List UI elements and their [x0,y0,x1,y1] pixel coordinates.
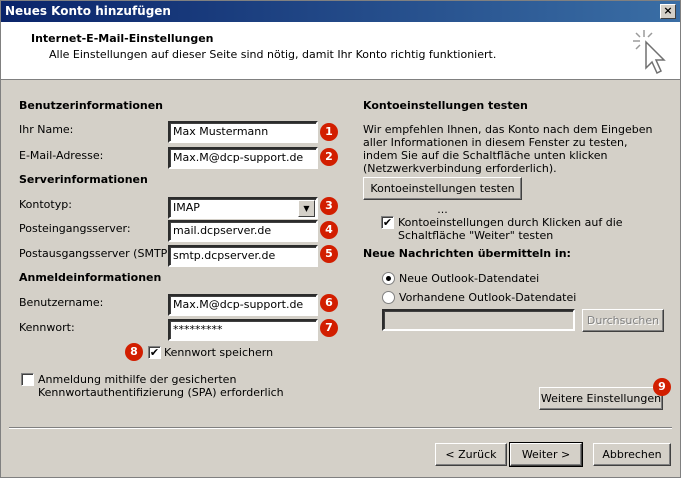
name-label: Ihr Name: [19,123,74,136]
existing-datafile-radio[interactable] [382,291,395,304]
spa-label: Anmeldung mithilfe der gesicherten Kennw… [38,373,284,399]
save-password-label: Kennwort speichern [164,346,274,359]
server-info-heading: Serverinformationen [19,173,148,186]
spa-checkbox[interactable] [21,373,34,386]
dialog-window: Neues Konto hinzufügen × Internet-E-Mail… [0,0,681,478]
new-datafile-radio[interactable] [382,272,395,285]
outgoing-server-field[interactable]: smtp.dcpserver.de [168,245,318,267]
name-field[interactable]: Max Mustermann [168,121,318,143]
browse-button[interactable]: Durchsuchen [582,309,664,332]
badge-1: 1 [320,123,338,141]
outgoing-server-label: Postausgangsserver (SMTP): [19,247,176,260]
password-field[interactable]: ********* [168,319,318,341]
password-label: Kennwort: [19,321,75,334]
footer-separator [9,427,672,429]
badge-2: 2 [320,148,338,166]
title-bar: Neues Konto hinzufügen × [1,1,680,22]
test-settings-button[interactable]: Kontoeinstellungen testen ... [363,177,522,216]
account-type-select[interactable]: IMAP ▼ [168,197,318,219]
test-description: Wir empfehlen Ihnen, das Konto nach dem … [363,123,653,175]
test-heading: Kontoeinstellungen testen [363,99,528,112]
badge-3: 3 [320,197,338,215]
account-type-label: Kontotyp: [19,198,72,211]
badge-4: 4 [320,221,338,239]
back-button[interactable]: < Zurück [435,443,507,466]
cancel-button[interactable]: Abbrechen [593,443,671,466]
user-info-heading: Benutzerinformationen [19,99,164,112]
account-type-value: IMAP [173,201,200,214]
more-settings-button[interactable]: Weitere Einstellungen [539,387,663,410]
email-field[interactable]: Max.M@dcp-support.de [168,147,318,169]
badge-9: 9 [653,378,671,396]
deliver-heading: Neue Nachrichten übermitteln in: [363,247,571,260]
email-label: E-Mail-Adresse: [19,149,104,162]
next-button[interactable]: Weiter > [509,442,583,467]
chevron-down-icon[interactable]: ▼ [298,200,315,217]
incoming-server-label: Posteingangsserver: [19,222,131,235]
window-title: Neues Konto hinzufügen [5,4,171,18]
cursor-sparkle-icon [633,30,666,75]
username-field[interactable]: Max.M@dcp-support.de [168,294,318,316]
close-button[interactable]: × [660,4,676,19]
badge-7: 7 [320,319,338,337]
auto-test-label: Kontoeinstellungen durch Klicken auf die… [398,216,623,242]
incoming-server-field[interactable]: mail.dcpserver.de [168,220,318,242]
login-info-heading: Anmeldeinformationen [19,271,162,284]
badge-6: 6 [320,294,338,312]
radio-selected-dot [386,276,391,281]
badge-5: 5 [320,245,338,263]
badge-8: 8 [125,343,143,361]
existing-datafile-label: Vorhandene Outlook-Datendatei [399,291,577,304]
auto-test-checkbox[interactable]: ✔ [381,216,394,229]
page-subtitle: Alle Einstellungen auf dieser Seite sind… [49,48,497,61]
datafile-path-field [382,309,575,331]
username-label: Benutzername: [19,296,104,309]
wizard-header: Internet-E-Mail-Einstellungen Alle Einst… [1,22,680,80]
page-title: Internet-E-Mail-Einstellungen [31,32,214,45]
save-password-checkbox[interactable]: ✔ [148,346,161,359]
new-datafile-label: Neue Outlook-Datendatei [399,272,540,285]
